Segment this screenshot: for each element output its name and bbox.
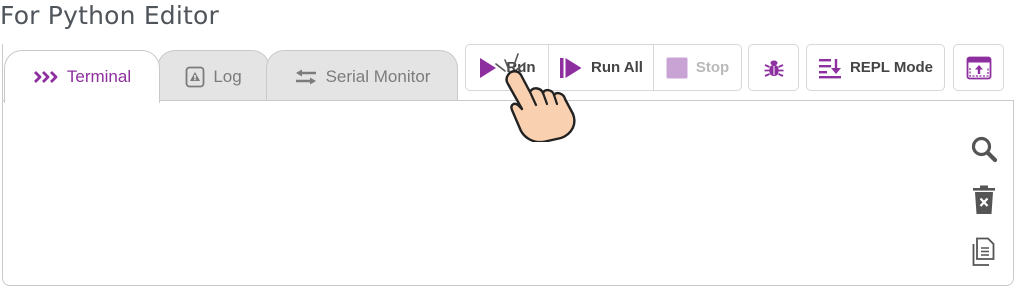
- terminal-output-panel[interactable]: [2, 100, 1014, 286]
- trash-icon[interactable]: [968, 184, 1000, 216]
- debug-button[interactable]: [748, 44, 799, 91]
- bug-icon: [763, 57, 785, 79]
- repl-download-icon: [818, 57, 842, 79]
- run-all-button-label: Run All: [591, 59, 643, 76]
- run-button-label: Run: [506, 59, 536, 76]
- tab-bar-edge: [2, 44, 3, 102]
- arrows-left-right-icon: [294, 69, 318, 85]
- document-warning-icon: [185, 66, 205, 88]
- copy-icon[interactable]: [968, 236, 1000, 268]
- stop-icon: [666, 57, 688, 79]
- stop-button[interactable]: Stop: [653, 44, 742, 91]
- stop-button-label: Stop: [695, 59, 730, 76]
- tab-serial-monitor[interactable]: Serial Monitor: [266, 50, 458, 102]
- tab-log[interactable]: Log: [157, 50, 270, 102]
- chevrons-right-icon: [33, 70, 59, 84]
- tab-log-label: Log: [213, 66, 242, 86]
- upload-window-icon: [966, 56, 992, 80]
- upload-button[interactable]: [953, 44, 1004, 91]
- page-title: For Python Editor: [0, 1, 220, 30]
- repl-mode-button[interactable]: REPL Mode: [806, 44, 945, 91]
- play-all-icon: [559, 57, 583, 79]
- tab-serial-monitor-label: Serial Monitor: [325, 66, 431, 86]
- search-icon[interactable]: [968, 133, 1000, 165]
- play-icon: [478, 57, 498, 79]
- run-all-button[interactable]: Run All: [548, 44, 654, 91]
- repl-mode-button-label: REPL Mode: [849, 59, 934, 76]
- tab-terminal[interactable]: Terminal: [4, 50, 160, 103]
- tab-terminal-label: Terminal: [66, 67, 132, 86]
- run-button[interactable]: Run: [465, 44, 549, 91]
